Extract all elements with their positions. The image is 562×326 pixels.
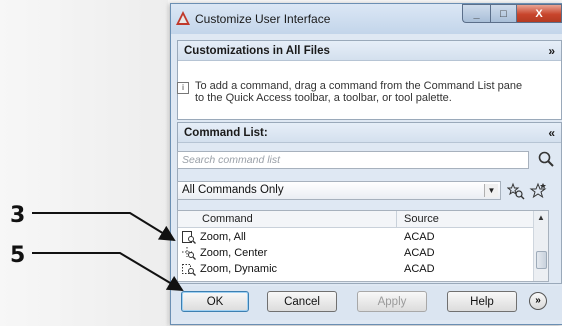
info-line-1: To add a command, drag a command from th… [195, 80, 523, 92]
star-new-icon[interactable] [529, 182, 547, 200]
table-row[interactable]: Zoom, Center ACAD [178, 246, 534, 261]
command-table: Command Source Zoom, All ACAD Zoom, Cent… [177, 210, 549, 282]
column-source-header[interactable]: Source [404, 213, 439, 225]
title-bar: Customize User Interface _ □ X [171, 4, 562, 34]
command-source: ACAD [404, 231, 435, 243]
callout-5: 5 [10, 243, 26, 268]
command-list-header[interactable]: Command List: « [178, 123, 561, 143]
command-name: Zoom, Dynamic [200, 263, 278, 275]
apply-button[interactable]: Apply [357, 291, 427, 312]
command-name: Zoom, Center [200, 247, 268, 259]
table-row[interactable]: Zoom, Dynamic ACAD [178, 262, 534, 277]
zoom-dynamic-icon [182, 264, 196, 276]
info-icon: i [177, 82, 189, 94]
autocad-app-icon [176, 11, 190, 25]
table-row[interactable]: Zoom, All ACAD [178, 230, 534, 245]
zoom-all-icon [182, 231, 196, 244]
minimize-button[interactable]: _ [462, 4, 490, 23]
ok-button[interactable]: OK [181, 291, 249, 312]
maximize-button[interactable]: □ [490, 4, 516, 23]
command-name: Zoom, All [200, 231, 246, 243]
search-icon[interactable] [537, 150, 555, 168]
scroll-up-icon[interactable]: ▲ [534, 211, 548, 225]
scroll-thumb[interactable] [536, 251, 547, 269]
column-divider[interactable] [396, 211, 397, 227]
dialog-button-bar: OK Cancel Apply Help » [171, 286, 562, 320]
command-source: ACAD [404, 263, 435, 275]
window-controls: _ □ X [462, 4, 562, 24]
page-background [0, 0, 168, 326]
command-filter-value: All Commands Only [182, 184, 284, 196]
command-source: ACAD [404, 247, 435, 259]
info-text: To add a command, drag a command from th… [195, 80, 522, 104]
command-list-title: Command List: [184, 127, 268, 139]
find-icon[interactable] [507, 182, 525, 200]
chevron-down-icon: ▼ [484, 184, 498, 197]
expand-chevron-icon[interactable]: » [548, 41, 555, 61]
callout-3: 3 [10, 203, 26, 228]
column-command-header[interactable]: Command [202, 213, 253, 225]
search-command-input[interactable]: Search command list [177, 151, 529, 169]
help-button[interactable]: Help [447, 291, 517, 312]
zoom-center-icon [182, 247, 196, 260]
customize-ui-dialog: Customize User Interface _ □ X Customiza… [170, 3, 562, 325]
table-scrollbar[interactable]: ▲ [533, 211, 548, 281]
table-header: Command Source [178, 211, 534, 228]
customizations-title: Customizations in All Files [184, 45, 330, 57]
customizations-header[interactable]: Customizations in All Files » [178, 41, 561, 61]
window-title: Customize User Interface [195, 12, 331, 26]
more-options-icon[interactable]: » [529, 292, 547, 310]
collapse-chevron-icon[interactable]: « [548, 123, 555, 143]
command-filter-select[interactable]: All Commands Only ▼ [177, 181, 501, 200]
close-button[interactable]: X [516, 4, 562, 23]
info-line-2: to the Quick Access toolbar, a toolbar, … [195, 92, 452, 104]
cancel-button[interactable]: Cancel [267, 291, 337, 312]
